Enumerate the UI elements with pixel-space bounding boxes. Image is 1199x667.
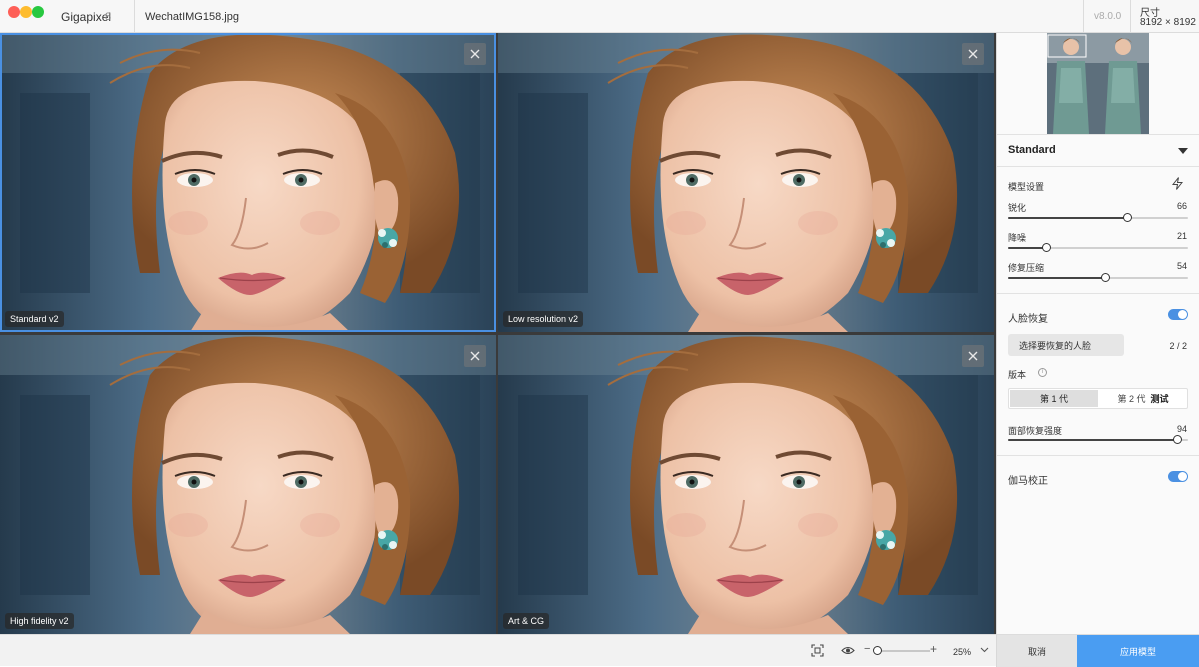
zoom-slider[interactable] (878, 650, 930, 652)
slider-value: 54 (1176, 261, 1187, 271)
release-version: v8.0.0 (1094, 11, 1122, 22)
model-dropdown-value[interactable]: Standard (1008, 144, 1056, 156)
cancel-button[interactable]: 取消 (996, 635, 1077, 667)
setting-slider[interactable] (1008, 243, 1188, 252)
slider-handle[interactable] (1122, 213, 1132, 222)
preview-cell-low-resolution-v2[interactable]: Low resolution v2 (498, 33, 994, 332)
version-option-gen2-label: 第 2 代 (1117, 394, 1146, 404)
close-preview-button[interactable] (962, 43, 984, 65)
output-size-value: 8192 × 8192 (1140, 17, 1196, 28)
face-recovery-toggle[interactable] (1168, 309, 1188, 320)
zoom-in-button[interactable]: + (930, 642, 937, 656)
title-bar: Gigapixel 8 WechatIMG158.jpg v8.0.0 尺寸 8… (0, 0, 1199, 33)
close-preview-button[interactable] (962, 345, 984, 367)
preview-model-label: Standard v2 (5, 311, 64, 327)
preview-image (498, 335, 994, 634)
preview-image (0, 33, 496, 332)
close-icon (470, 351, 480, 361)
slider-label: 修复压缩 (1008, 263, 1045, 273)
zoom-slider-handle[interactable] (873, 646, 882, 655)
file-tab[interactable]: WechatIMG158.jpg (145, 11, 239, 23)
version-label: 版本 (1008, 370, 1027, 380)
zoom-out-button[interactable]: − (864, 643, 870, 655)
auto-bolt-icon[interactable] (1172, 177, 1183, 190)
close-icon (968, 49, 978, 59)
chevron-down-icon[interactable] (1178, 148, 1188, 154)
maximize-window-button[interactable] (32, 6, 44, 18)
gamma-correction-title: 伽马校正 (1008, 476, 1048, 487)
apply-model-button[interactable]: 应用模型 (1077, 635, 1199, 667)
face-count: 2 / 2 (1169, 341, 1187, 351)
preview-image (0, 335, 496, 634)
slider-value: 21 (1176, 231, 1187, 241)
preview-grid: Standard v2 Low resolution v2 High fidel… (0, 33, 996, 634)
close-window-button[interactable] (8, 6, 20, 18)
preview-cell-high-fidelity-v2[interactable]: High fidelity v2 (0, 335, 496, 634)
bottom-toolbar: − + 25% 取消 应用模型 (0, 634, 1199, 667)
preview-image (498, 33, 994, 332)
thumbnail-image (1047, 33, 1149, 134)
preview-model-label: Low resolution v2 (503, 311, 584, 327)
zoom-level[interactable]: 25% (953, 647, 971, 657)
close-preview-button[interactable] (464, 345, 486, 367)
preview-cell-art-cg[interactable]: Art & CG (498, 335, 994, 634)
version-option-gen2[interactable]: 第 2 代 测试 (1099, 390, 1187, 407)
settings-panel: Standard 模型设置 人脸恢复 选择要恢复的人脸 2 / 2 版本 i 第… (996, 33, 1199, 634)
eye-icon[interactable] (841, 644, 855, 657)
close-preview-button[interactable] (464, 43, 486, 65)
select-faces-button[interactable]: 选择要恢复的人脸 (1008, 334, 1124, 356)
face-strength-label: 面部恢复强度 (1008, 426, 1063, 436)
face-strength-value: 94 (1176, 424, 1187, 434)
minimize-window-button[interactable] (20, 6, 32, 18)
app-version: 8 (105, 11, 112, 23)
preview-model-label: Art & CG (503, 613, 550, 629)
version-option-gen1[interactable]: 第 1 代 (1010, 390, 1098, 407)
fit-to-screen-icon[interactable] (811, 644, 824, 657)
slider-handle[interactable] (1101, 273, 1111, 282)
slider-handle[interactable] (1041, 243, 1051, 252)
slider-value: 66 (1176, 201, 1187, 211)
face-recovery-title: 人脸恢复 (1008, 314, 1048, 325)
face-strength-slider[interactable] (1008, 435, 1188, 444)
app-name: Gigapixel (61, 10, 112, 24)
info-icon[interactable]: i (1038, 368, 1047, 377)
chevron-down-icon[interactable] (980, 647, 989, 653)
slider-handle[interactable] (1173, 435, 1183, 444)
setting-slider[interactable] (1008, 213, 1188, 222)
close-icon (470, 49, 480, 59)
preview-cell-standard-v2[interactable]: Standard v2 (0, 33, 496, 332)
version-segmented-control: 第 1 代 第 2 代 测试 (1008, 388, 1188, 409)
setting-slider[interactable] (1008, 273, 1188, 282)
gamma-correction-toggle[interactable] (1168, 471, 1188, 482)
preview-model-label: High fidelity v2 (5, 613, 74, 629)
slider-label: 锐化 (1008, 203, 1027, 213)
close-icon (968, 351, 978, 361)
model-settings-title: 模型设置 (1008, 182, 1045, 192)
navigator-thumbnail[interactable] (1047, 33, 1149, 134)
slider-label: 降噪 (1008, 233, 1027, 243)
beta-badge: 测试 (1150, 394, 1169, 404)
